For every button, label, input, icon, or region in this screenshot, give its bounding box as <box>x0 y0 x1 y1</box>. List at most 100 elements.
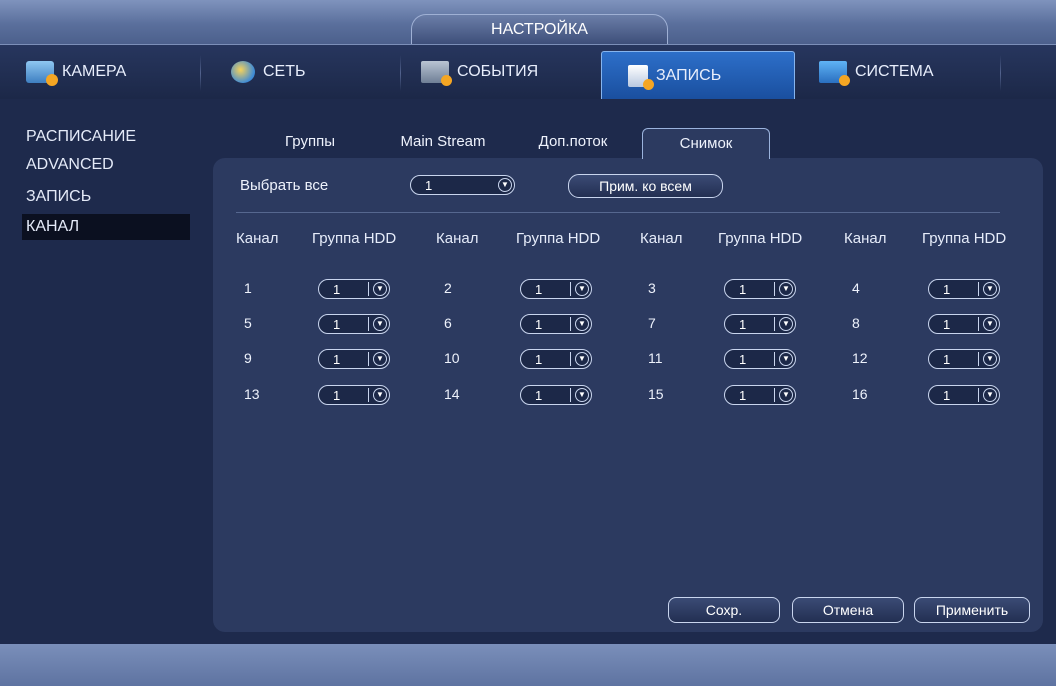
hdd-group-select[interactable]: 1 ▼ <box>724 314 796 334</box>
subtab-snapshot[interactable]: Снимок <box>642 128 770 159</box>
dropdown-value: 1 <box>943 352 951 367</box>
hdd-group-select[interactable]: 1 ▼ <box>520 279 592 299</box>
dropdown-value: 1 <box>943 388 951 403</box>
hdd-group-select[interactable]: 1 ▼ <box>724 349 796 369</box>
dropdown-value: 1 <box>535 352 543 367</box>
sidebar-item-channel[interactable]: КАНАЛ <box>22 214 190 240</box>
divider <box>978 352 979 366</box>
select-all-label: Выбрать все <box>240 177 329 194</box>
hdd-group-select[interactable]: 1 ▼ <box>928 279 1000 299</box>
sidebar-item-advanced[interactable]: ADVANCED <box>22 152 190 178</box>
tab-events[interactable]: СОБЫТИЯ <box>405 49 595 95</box>
events-icon <box>421 61 452 86</box>
divider <box>570 352 571 366</box>
column-header-channel: Канал <box>640 230 683 247</box>
network-icon <box>231 61 255 83</box>
record-icon <box>628 64 654 90</box>
dropdown-value: 1 <box>739 388 747 403</box>
tab-label: ЗАПИСЬ <box>656 66 722 84</box>
hdd-group-select[interactable]: 1 ▼ <box>318 314 390 334</box>
subtab-main-stream[interactable]: Main Stream <box>382 127 504 157</box>
tab-label: СОБЫТИЯ <box>457 63 539 80</box>
chevron-down-icon: ▼ <box>983 282 997 296</box>
dropdown-value: 1 <box>333 317 341 332</box>
chevron-down-icon: ▼ <box>575 282 589 296</box>
hdd-group-select[interactable]: 1 ▼ <box>928 385 1000 405</box>
chevron-down-icon: ▼ <box>983 317 997 331</box>
channel-number: 4 <box>852 280 860 296</box>
dropdown-value: 1 <box>333 388 341 403</box>
hdd-group-select[interactable]: 1 ▼ <box>724 385 796 405</box>
chevron-down-icon: ▼ <box>779 282 793 296</box>
hdd-group-select[interactable]: 1 ▼ <box>520 314 592 334</box>
chevron-down-icon: ▼ <box>983 388 997 402</box>
system-icon <box>819 61 850 86</box>
tab-record[interactable]: ЗАПИСЬ <box>601 51 795 99</box>
chevron-down-icon: ▼ <box>575 317 589 331</box>
chevron-down-icon: ▼ <box>779 317 793 331</box>
tab-camera[interactable]: КАМЕРА <box>0 49 192 95</box>
divider <box>978 317 979 331</box>
title-bar: НАСТРОЙКА <box>0 0 1056 45</box>
subtab-groups[interactable]: Группы <box>262 127 358 157</box>
hdd-group-select[interactable]: 1 ▼ <box>520 385 592 405</box>
tab-divider <box>1000 55 1001 91</box>
hdd-group-select[interactable]: 1 ▼ <box>928 349 1000 369</box>
divider <box>570 388 571 402</box>
channel-number: 6 <box>444 315 452 331</box>
tab-label: СИСТЕМА <box>855 63 934 80</box>
channel-number: 5 <box>244 315 252 331</box>
divider <box>978 388 979 402</box>
divider <box>570 317 571 331</box>
chevron-down-icon: ▼ <box>498 178 512 192</box>
save-button[interactable]: Сохр. <box>668 597 780 623</box>
camera-icon <box>26 61 58 86</box>
channel-number: 16 <box>852 386 868 402</box>
divider <box>368 282 369 296</box>
tab-system[interactable]: СИСТЕМА <box>803 49 1003 95</box>
divider <box>774 352 775 366</box>
channel-number: 15 <box>648 386 664 402</box>
dropdown-value: 1 <box>333 352 341 367</box>
cancel-button[interactable]: Отмена <box>792 597 904 623</box>
tab-divider <box>200 55 201 91</box>
select-all-dropdown[interactable]: 1 ▼ <box>410 175 515 195</box>
subtab-sub-stream[interactable]: Доп.поток <box>516 127 630 157</box>
channel-number: 8 <box>852 315 860 331</box>
column-header-channel: Канал <box>436 230 479 247</box>
dropdown-value: 1 <box>425 178 433 193</box>
divider <box>368 352 369 366</box>
window-title: НАСТРОЙКА <box>411 14 668 45</box>
chevron-down-icon: ▼ <box>575 352 589 366</box>
chevron-down-icon: ▼ <box>373 388 387 402</box>
tab-network[interactable]: СЕТЬ <box>205 49 400 95</box>
hdd-group-select[interactable]: 1 ▼ <box>318 385 390 405</box>
tab-divider <box>400 55 401 91</box>
hdd-group-select[interactable]: 1 ▼ <box>318 279 390 299</box>
chevron-down-icon: ▼ <box>373 352 387 366</box>
hdd-group-select[interactable]: 1 ▼ <box>520 349 592 369</box>
channel-number: 2 <box>444 280 452 296</box>
hdd-group-select[interactable]: 1 ▼ <box>318 349 390 369</box>
apply-to-all-button[interactable]: Прим. ко всем <box>568 174 723 198</box>
sidebar-item-schedule[interactable]: РАСПИСАНИЕ <box>22 124 190 150</box>
divider <box>774 317 775 331</box>
column-header-hdd-group: Группа HDD <box>516 230 601 247</box>
hdd-group-select[interactable]: 1 ▼ <box>928 314 1000 334</box>
apply-button[interactable]: Применить <box>914 597 1030 623</box>
dropdown-value: 1 <box>739 282 747 297</box>
chevron-down-icon: ▼ <box>983 352 997 366</box>
tab-label: КАМЕРА <box>62 63 127 80</box>
divider <box>978 282 979 296</box>
dropdown-value: 1 <box>535 388 543 403</box>
chevron-down-icon: ▼ <box>373 317 387 331</box>
channel-number: 10 <box>444 350 460 366</box>
divider <box>368 388 369 402</box>
hdd-group-select[interactable]: 1 ▼ <box>724 279 796 299</box>
dropdown-value: 1 <box>535 282 543 297</box>
column-header-hdd-group: Группа HDD <box>312 230 397 247</box>
divider <box>236 212 1000 213</box>
sidebar-item-record[interactable]: ЗАПИСЬ <box>22 184 190 210</box>
dropdown-value: 1 <box>943 282 951 297</box>
divider <box>774 388 775 402</box>
